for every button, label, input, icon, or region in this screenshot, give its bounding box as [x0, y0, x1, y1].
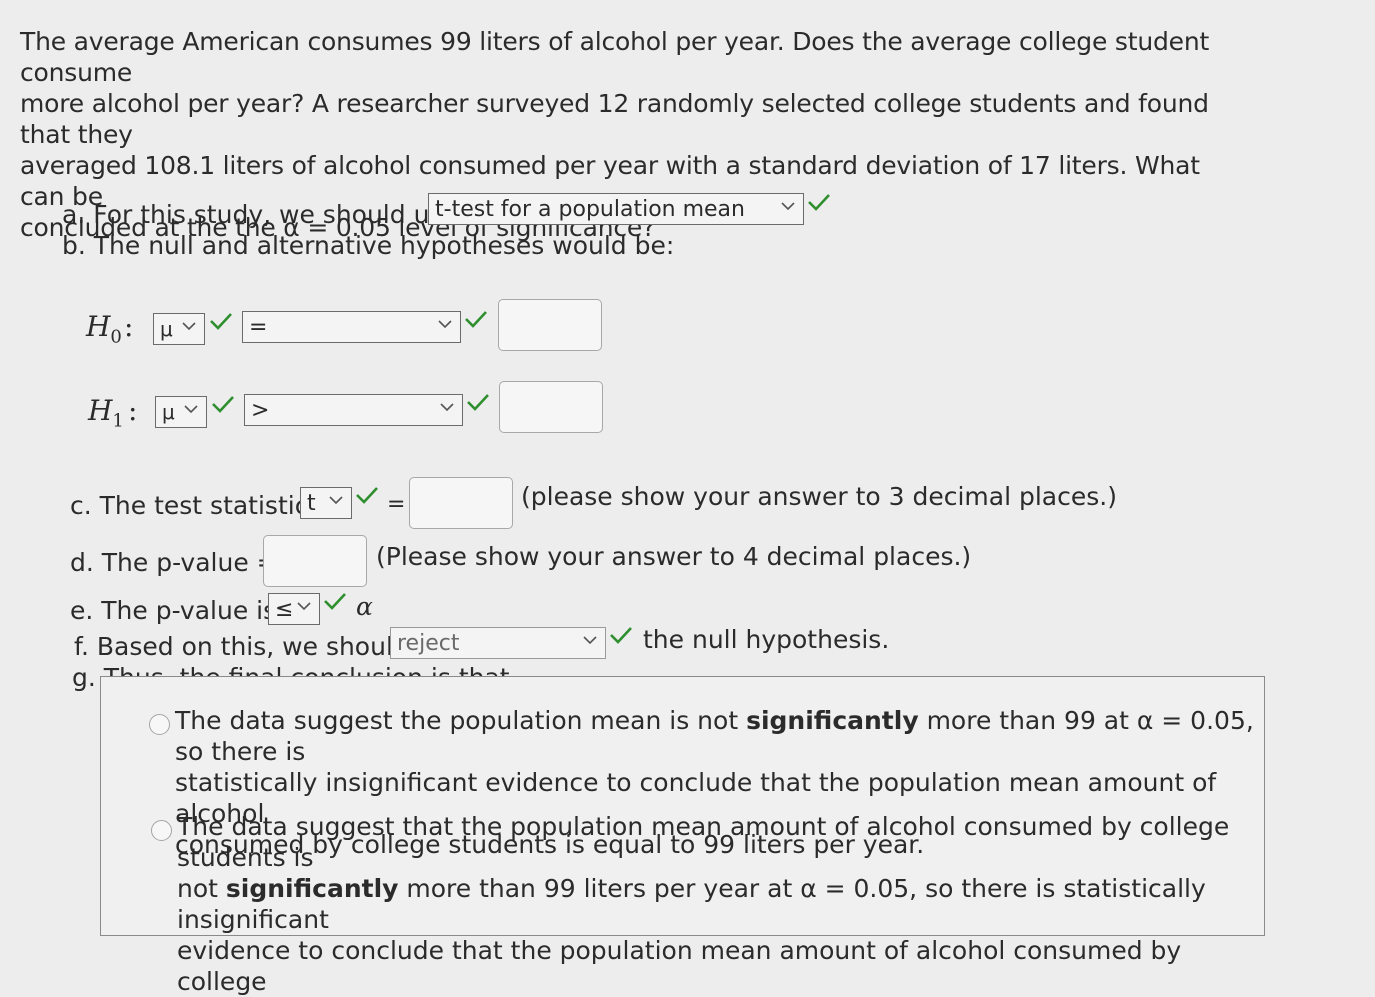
part-c-label: c. The test statistic [70, 491, 309, 520]
h1-value-input[interactable] [499, 381, 603, 433]
h1-relation-select[interactable]: > [244, 394, 463, 426]
part-e-label: e. The p-value is [70, 596, 277, 625]
part-f-label: f. Based on this, we should [74, 632, 409, 661]
check-icon [210, 313, 232, 330]
chevron-down-icon [329, 496, 343, 505]
check-icon [610, 627, 632, 644]
test-type-select[interactable]: t-test for a population mean [428, 193, 804, 225]
check-icon [324, 593, 346, 610]
part-d-note: (Please show your answer to 4 decimal pl… [376, 542, 972, 571]
part-d-label: d. The p-value = [70, 548, 278, 577]
part-c-note: (please show your answer to 3 decimal pl… [521, 482, 1117, 511]
h1-relation-value: > [251, 397, 270, 423]
conclusion-option-2[interactable]: The data suggest that the population mea… [177, 811, 1267, 997]
check-icon [212, 396, 234, 413]
test-statistic-value: t [307, 490, 316, 516]
chevron-down-icon [182, 322, 196, 331]
h0-value-input[interactable] [498, 299, 602, 351]
check-icon [356, 487, 378, 504]
test-statistic-input[interactable] [409, 477, 513, 529]
part-b-label: b. The null and alternative hypotheses w… [62, 231, 675, 260]
conclusion-option-2-radio[interactable] [151, 820, 172, 841]
decision-select[interactable]: reject [390, 627, 606, 659]
h0-parameter-value: μ [160, 317, 173, 341]
h0-label: H0 [86, 310, 122, 348]
h1-label: H1 [88, 394, 124, 432]
option-1-text-a: The data suggest the population mean is … [175, 706, 747, 735]
comparison-value: ≤ [275, 596, 294, 622]
h0-relation-value: = [249, 314, 268, 340]
check-icon [467, 394, 489, 411]
test-statistic-select[interactable]: t [300, 487, 352, 519]
check-icon [465, 311, 487, 328]
h1-colon: : [128, 394, 138, 427]
chevron-down-icon [781, 202, 795, 211]
part-a-label: a. For this study, we should use [62, 200, 458, 229]
h1-parameter-select[interactable]: μ [155, 396, 207, 428]
chevron-down-icon [440, 403, 454, 412]
comparison-select[interactable]: ≤ [268, 593, 320, 625]
check-icon [808, 194, 830, 211]
chevron-down-icon [184, 405, 198, 414]
decision-value: reject [397, 630, 460, 656]
h0-relation-select[interactable]: = [242, 311, 461, 343]
h0-colon: : [124, 310, 134, 343]
p-value-input[interactable] [263, 535, 367, 587]
conclusion-option-1-radio[interactable] [149, 714, 170, 735]
test-type-selected: t-test for a population mean [435, 196, 745, 222]
h0-parameter-select[interactable]: μ [153, 313, 205, 345]
option-2-text-bold: significantly [225, 874, 399, 903]
alpha-symbol: α [356, 592, 373, 621]
h1-parameter-value: μ [162, 400, 175, 424]
option-1-text-bold: significantly [746, 706, 919, 735]
part-f-suffix: the null hypothesis. [643, 625, 890, 654]
equals-sign: = [387, 492, 406, 517]
chevron-down-icon [297, 602, 311, 611]
chevron-down-icon [438, 320, 452, 329]
chevron-down-icon [583, 636, 597, 645]
